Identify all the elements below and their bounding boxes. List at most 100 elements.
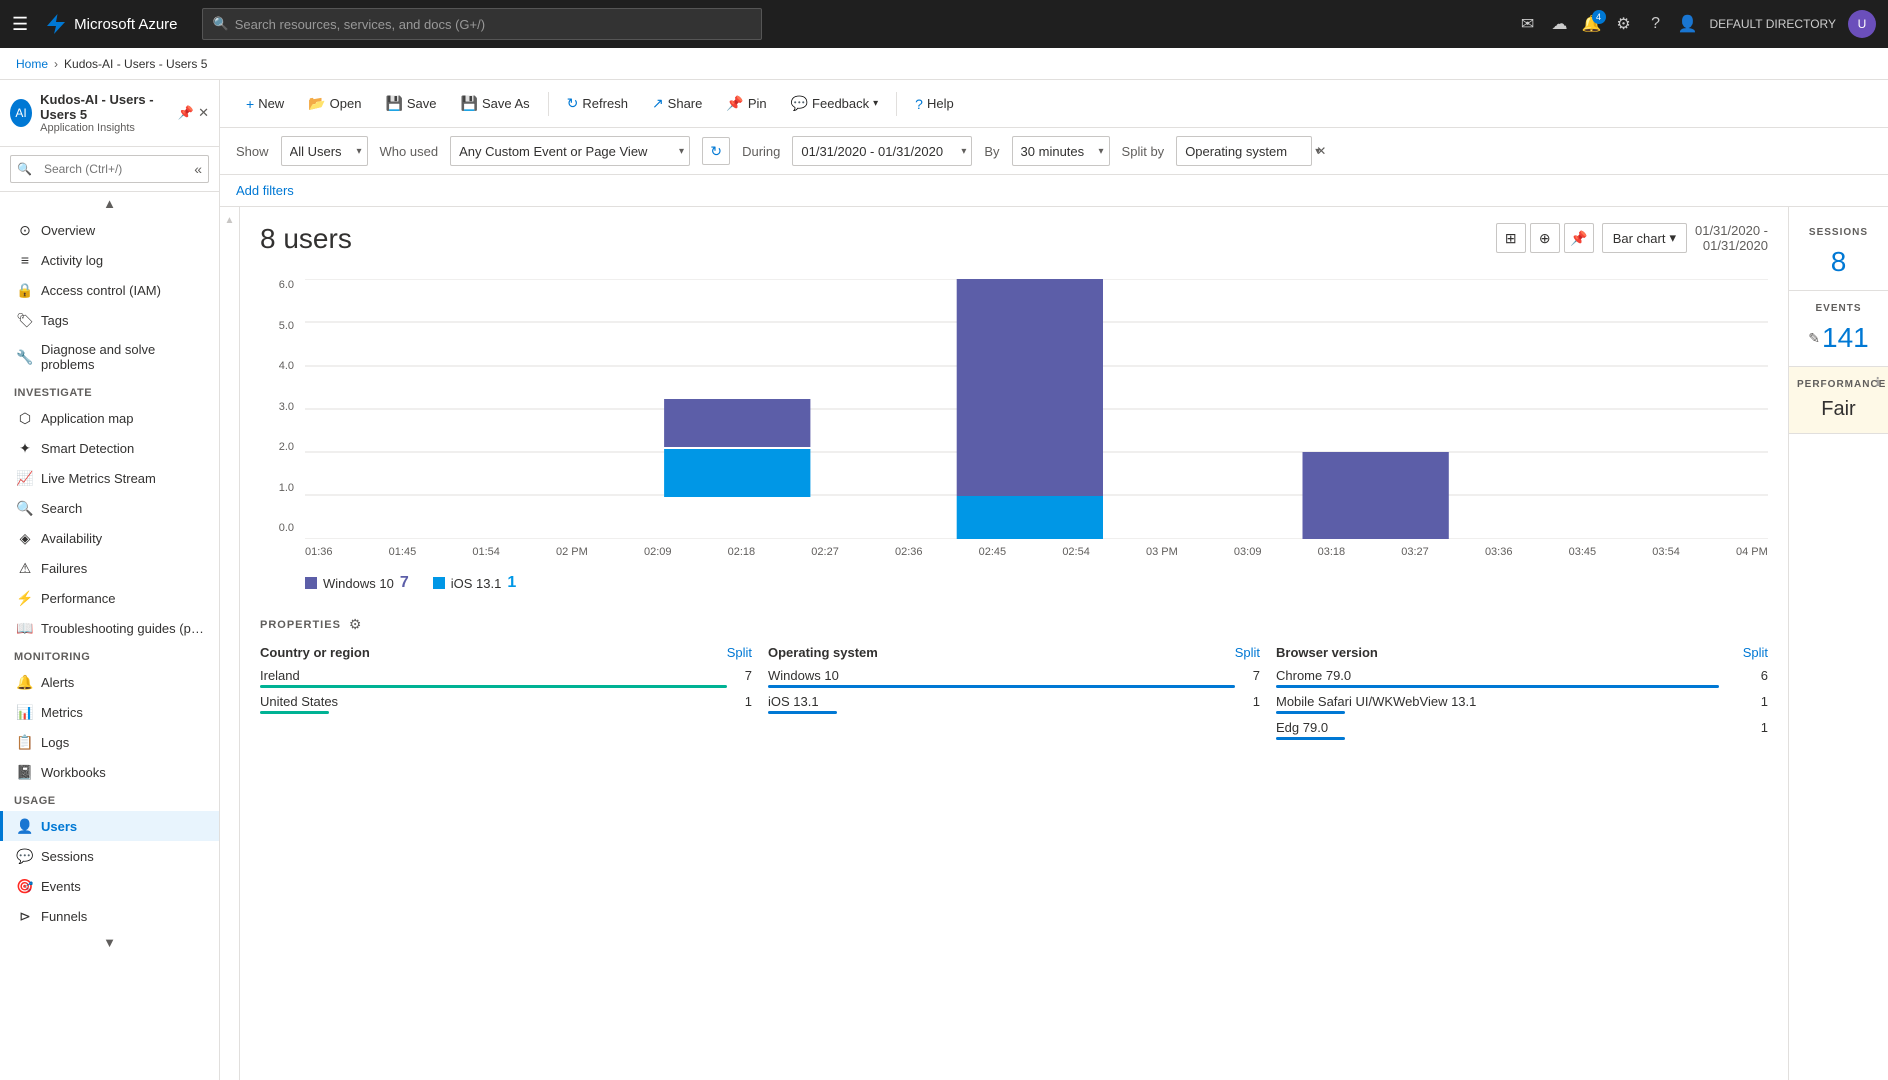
open-icon: 📂 bbox=[308, 95, 325, 112]
sidebar-item-overview[interactable]: ⊙ Overview bbox=[0, 215, 219, 245]
events-value: 141 bbox=[1822, 322, 1869, 354]
sidebar-collapse-icon[interactable]: « bbox=[194, 161, 202, 177]
chart-pin-button[interactable]: 📌 bbox=[1564, 223, 1594, 253]
sidebar-item-search[interactable]: 🔍 Search bbox=[0, 493, 219, 523]
split-by-filter-select[interactable]: Operating system bbox=[1176, 136, 1312, 166]
open-button[interactable]: 📂 Open bbox=[298, 90, 371, 117]
new-button[interactable]: + New bbox=[236, 91, 294, 117]
refresh-button[interactable]: ↻ Refresh bbox=[557, 90, 638, 117]
sidebar-item-smart-detect[interactable]: ✦ Smart Detection bbox=[0, 433, 219, 463]
sessions-icon: 💬 bbox=[17, 848, 33, 864]
performance-value: Fair bbox=[1797, 398, 1880, 421]
close-resource-icon[interactable]: ✕ bbox=[198, 105, 209, 121]
sidebar-item-workbooks[interactable]: 📓 Workbooks bbox=[0, 757, 219, 787]
filter-refresh-button[interactable]: ↻ bbox=[702, 137, 730, 165]
sidebar-diagnose-label: Diagnose and solve problems bbox=[41, 342, 205, 372]
sidebar-metrics-label: Metrics bbox=[41, 705, 83, 720]
sidebar-item-funnels[interactable]: ⊳ Funnels bbox=[0, 901, 219, 931]
sidebar-search-input[interactable] bbox=[36, 155, 190, 183]
share-button[interactable]: ↗ Share bbox=[642, 90, 712, 117]
sidebar-item-availability[interactable]: ◈ Availability bbox=[0, 523, 219, 553]
chart-grid-view-button[interactable]: ⊞ bbox=[1496, 223, 1526, 253]
chart-add-button[interactable]: ⊕ bbox=[1530, 223, 1560, 253]
x-label-11: 03:09 bbox=[1234, 546, 1262, 558]
availability-icon: ◈ bbox=[17, 530, 33, 546]
refresh-label: Refresh bbox=[582, 96, 628, 111]
investigate-section-title: Investigate bbox=[0, 379, 219, 403]
troubleshoot-icon: 📖 bbox=[17, 620, 33, 636]
sidebar-item-app-map[interactable]: ⬡ Application map bbox=[0, 403, 219, 433]
hamburger-menu-icon[interactable]: ☰ bbox=[12, 14, 28, 35]
breadcrumb-home[interactable]: Home bbox=[16, 57, 48, 71]
bar-chart-container: 6.0 5.0 4.0 3.0 2.0 1.0 0.0 bbox=[260, 279, 1768, 558]
add-filters-bar: Add filters bbox=[220, 175, 1888, 207]
sidebar-item-tags[interactable]: 🏷 Tags bbox=[0, 305, 219, 335]
sidebar-scroll-up[interactable]: ▲ bbox=[0, 192, 219, 215]
prop-row-safari: Mobile Safari UI/WKWebView 13.1 1 bbox=[1276, 694, 1768, 714]
split-by-close-icon[interactable]: ✕ bbox=[1316, 144, 1326, 158]
settings-icon[interactable]: ⚙ bbox=[1614, 14, 1634, 34]
activity-log-icon: ≡ bbox=[17, 252, 33, 268]
pin-resource-icon[interactable]: 📌 bbox=[178, 105, 194, 121]
sidebar-item-activity-log[interactable]: ≡ Activity log bbox=[0, 245, 219, 275]
during-filter-select[interactable]: 01/31/2020 - 01/31/2020 bbox=[792, 136, 972, 166]
sidebar-item-troubleshoot[interactable]: 📖 Troubleshooting guides (pre... bbox=[0, 613, 219, 643]
sidebar-item-live-metrics[interactable]: 📈 Live Metrics Stream bbox=[0, 463, 219, 493]
by-filter-wrapper: 30 minutes ▾ bbox=[1012, 136, 1110, 166]
by-label: By bbox=[984, 144, 999, 159]
sidebar-item-failures[interactable]: ⚠ Failures bbox=[0, 553, 219, 583]
legend-ios-color bbox=[433, 577, 445, 589]
x-label-17: 04 PM bbox=[1736, 546, 1768, 558]
country-col-title: Country or region bbox=[260, 645, 370, 660]
who-used-label: Who used bbox=[380, 144, 439, 159]
sidebar-item-alerts[interactable]: 🔔 Alerts bbox=[0, 667, 219, 697]
safari-row: Mobile Safari UI/WKWebView 13.1 1 bbox=[1276, 694, 1768, 709]
user-avatar[interactable]: U bbox=[1848, 10, 1876, 38]
sidebar-item-metrics[interactable]: 📊 Metrics bbox=[0, 697, 219, 727]
chart-type-button[interactable]: Bar chart ▾ bbox=[1602, 223, 1687, 253]
os-split-btn[interactable]: Split bbox=[1235, 645, 1260, 660]
sidebar-scroll-down[interactable]: ▼ bbox=[0, 931, 219, 954]
sidebar-iam-label: Access control (IAM) bbox=[41, 283, 161, 298]
sidebar-item-users[interactable]: 👤 Users bbox=[0, 811, 219, 841]
legend-win10-label: Windows 10 bbox=[323, 576, 394, 591]
email-icon[interactable]: ✉ bbox=[1518, 14, 1538, 34]
cloud-upload-icon[interactable]: ☁ bbox=[1550, 14, 1570, 34]
help-label: Help bbox=[927, 96, 954, 111]
feedback-button[interactable]: 💬 Feedback ▾ bbox=[781, 90, 889, 117]
us-bar bbox=[260, 711, 329, 714]
country-split-btn[interactable]: Split bbox=[727, 645, 752, 660]
save-as-button[interactable]: 💾 Save As bbox=[451, 90, 540, 117]
global-search-bar[interactable]: 🔍 Search resources, services, and docs (… bbox=[202, 8, 762, 40]
who-used-filter-select[interactable]: Any Custom Event or Page View bbox=[450, 136, 690, 166]
browser-split-btn[interactable]: Split bbox=[1743, 645, 1768, 660]
sidebar-item-diagnose[interactable]: 🔧 Diagnose and solve problems bbox=[0, 335, 219, 379]
new-label: New bbox=[258, 96, 284, 111]
help-button[interactable]: ? Help bbox=[905, 91, 964, 117]
ios-label: iOS 13.1 bbox=[768, 694, 819, 709]
sidebar-activity-label: Activity log bbox=[41, 253, 103, 268]
sidebar-item-events[interactable]: 🎯 Events bbox=[0, 871, 219, 901]
add-filters-link[interactable]: Add filters bbox=[236, 179, 1872, 202]
browser-col-header: Browser version Split bbox=[1276, 645, 1768, 660]
properties-gear-icon[interactable]: ⚙ bbox=[349, 616, 362, 633]
notifications-icon[interactable]: 🔔 4 bbox=[1582, 14, 1602, 34]
sidebar-item-logs[interactable]: 📋 Logs bbox=[0, 727, 219, 757]
sidebar-item-sessions[interactable]: 💬 Sessions bbox=[0, 841, 219, 871]
sidebar-availability-label: Availability bbox=[41, 531, 102, 546]
show-filter-select[interactable]: All Users bbox=[281, 136, 368, 166]
live-metrics-icon: 📈 bbox=[17, 470, 33, 486]
app-map-icon: ⬡ bbox=[17, 410, 33, 426]
by-filter-select[interactable]: 30 minutes bbox=[1012, 136, 1110, 166]
pin-button[interactable]: 📌 Pin bbox=[716, 90, 776, 117]
breadcrumb-separator-1: › bbox=[54, 57, 58, 71]
user-profile-icon[interactable]: 👤 bbox=[1678, 14, 1698, 34]
sidebar-item-performance[interactable]: ⚡ Performance bbox=[0, 583, 219, 613]
x-label-0: 01:36 bbox=[305, 546, 333, 558]
events-icon: 🎯 bbox=[17, 878, 33, 894]
help-icon[interactable]: ? bbox=[1646, 14, 1666, 34]
save-button[interactable]: 💾 Save bbox=[375, 90, 446, 117]
logs-icon: 📋 bbox=[17, 734, 33, 750]
sidebar-item-iam[interactable]: 🔒 Access control (IAM) bbox=[0, 275, 219, 305]
prop-row-chrome: Chrome 79.0 6 bbox=[1276, 668, 1768, 688]
